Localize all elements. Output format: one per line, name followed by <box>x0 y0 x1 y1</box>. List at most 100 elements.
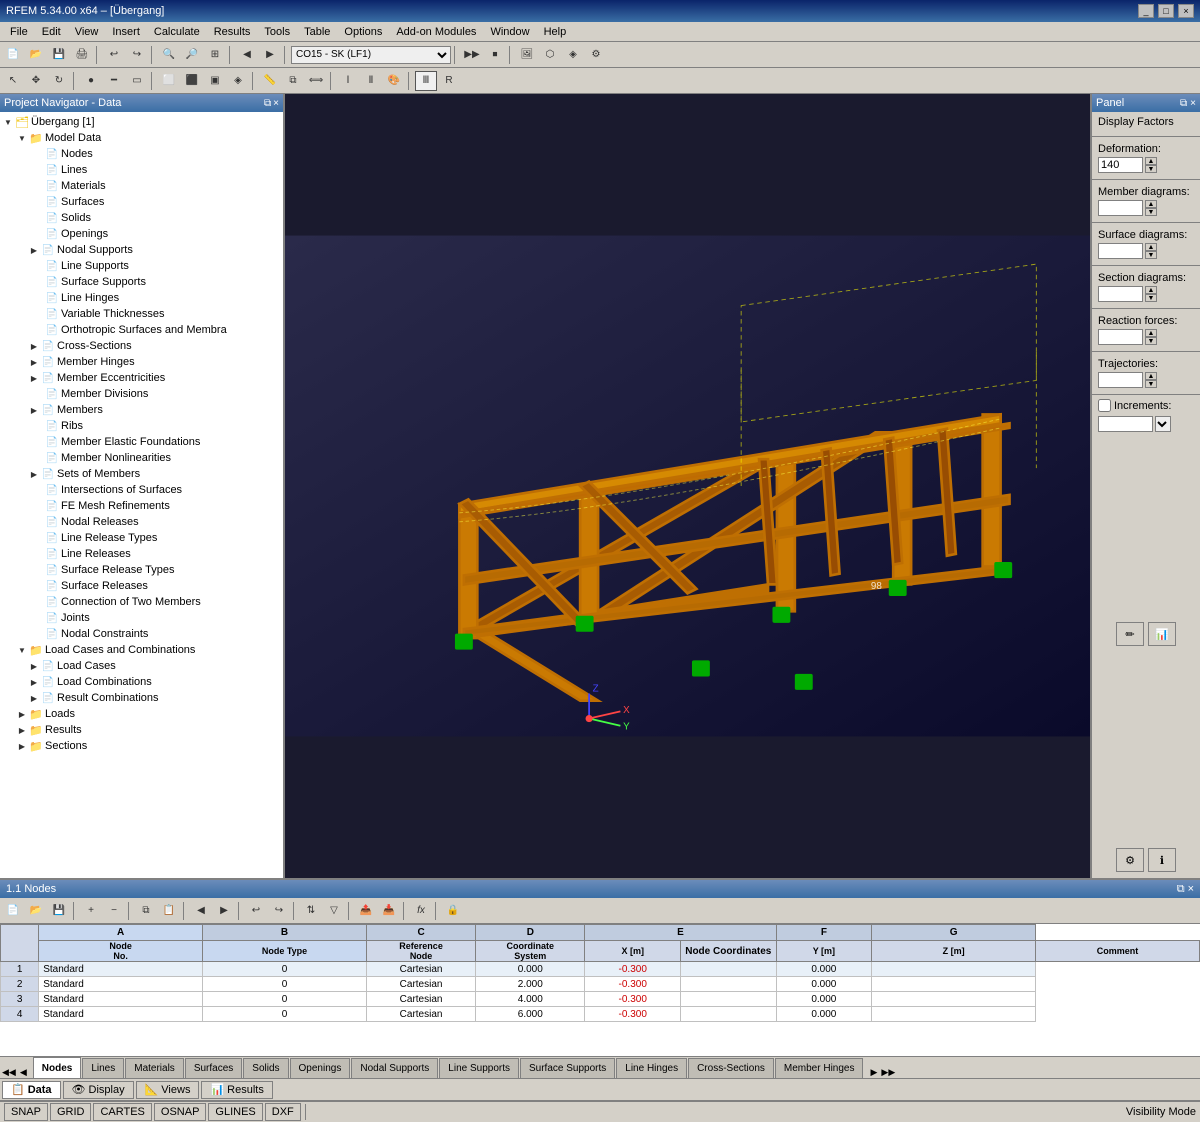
close-btn[interactable]: × <box>1178 4 1194 18</box>
sec-diag-down[interactable]: ▼ <box>1145 294 1157 302</box>
table-next-btn[interactable]: ▶ <box>213 901 235 921</box>
row-3-type[interactable]: Standard <box>39 992 203 1007</box>
menu-help[interactable]: Help <box>538 23 573 41</box>
titlebar-controls[interactable]: _ □ × <box>1138 4 1194 18</box>
tree-nodal-releases[interactable]: 📄 Nodal Releases <box>0 514 283 530</box>
res-comb-expander[interactable]: ▶ <box>28 692 40 704</box>
menu-insert[interactable]: Insert <box>106 23 146 41</box>
cross-sec-expander[interactable]: ▶ <box>28 340 40 352</box>
tree-materials[interactable]: 📄 Materials <box>0 178 283 194</box>
row-1-x[interactable]: 0.000 <box>476 962 585 977</box>
new-btn[interactable]: 📄 <box>2 45 24 65</box>
mem-diag-up[interactable]: ▲ <box>1145 200 1157 208</box>
tree-solids[interactable]: 📄 Solids <box>0 210 283 226</box>
tree-lines[interactable]: 📄 Lines <box>0 162 283 178</box>
mem-ecc-expander[interactable]: ▶ <box>28 372 40 384</box>
surf-diag-up[interactable]: ▲ <box>1145 243 1157 251</box>
tab-last-btn[interactable]: ▶▶ <box>879 1067 897 1078</box>
tree-sections[interactable]: ▶ 📁 Sections <box>0 738 283 754</box>
row-1-z[interactable]: 0.000 <box>776 962 872 977</box>
settings-btn[interactable]: ⚙ <box>585 45 607 65</box>
react-down[interactable]: ▼ <box>1145 337 1157 345</box>
print-btn[interactable]: 🖨 <box>71 45 93 65</box>
nav-float-btn[interactable]: ⧉ <box>264 98 271 109</box>
tree-member-eccentricities[interactable]: ▶ 📄 Member Eccentricities <box>0 370 283 386</box>
status-grid[interactable]: GRID <box>50 1103 92 1121</box>
row-3-comment[interactable] <box>872 992 1036 1007</box>
prev-btn[interactable]: ◀ <box>236 45 258 65</box>
tree-mem-elastic[interactable]: 📄 Member Elastic Foundations <box>0 434 283 450</box>
tab-first-btn[interactable]: ◀◀ <box>0 1067 18 1078</box>
row-2-ref[interactable]: 0 <box>203 977 367 992</box>
deformation-input[interactable] <box>1098 157 1143 173</box>
next-btn[interactable]: ▶ <box>259 45 281 65</box>
row-4-y[interactable]: -0.300 <box>585 1007 681 1022</box>
minimize-btn[interactable]: _ <box>1138 4 1154 18</box>
tree-member-hinges[interactable]: ▶ 📄 Member Hinges <box>0 354 283 370</box>
tree-results[interactable]: ▶ 📁 Results <box>0 722 283 738</box>
trajectories-spinner[interactable]: ▲ ▼ <box>1145 372 1157 388</box>
table-row[interactable]: 2 Standard 0 Cartesian 2.000 -0.300 0.00… <box>1 977 1200 992</box>
save-btn[interactable]: 💾 <box>48 45 70 65</box>
render-btn[interactable]: 🖼 <box>516 45 538 65</box>
row-4-type[interactable]: Standard <box>39 1007 203 1022</box>
lo-comb-expander[interactable]: ▶ <box>28 676 40 688</box>
row-3-coord[interactable]: Cartesian <box>366 992 475 1007</box>
table-import-btn[interactable]: 📥 <box>378 901 400 921</box>
table-header-controls[interactable]: ⧉ × <box>1177 883 1194 896</box>
table-prev-btn[interactable]: ◀ <box>190 901 212 921</box>
tab-member-hinges[interactable]: Member Hinges <box>775 1058 864 1078</box>
status-glines[interactable]: GLINES <box>208 1103 262 1121</box>
row-3-x[interactable]: 4.000 <box>476 992 585 1007</box>
tree-cross-sections[interactable]: ▶ 📄 Cross-Sections <box>0 338 283 354</box>
tab-surfaces[interactable]: Surfaces <box>185 1058 242 1078</box>
tree-nodal-constraints[interactable]: 📄 Nodal Constraints <box>0 626 283 642</box>
tab-solids[interactable]: Solids <box>243 1058 288 1078</box>
tab-cross-sections[interactable]: Cross-Sections <box>688 1058 774 1078</box>
wire-btn[interactable]: ⬡ <box>539 45 561 65</box>
tree-load-combinations[interactable]: ▶ 📄 Load Combinations <box>0 674 283 690</box>
tree-line-hinges[interactable]: 📄 Line Hinges <box>0 290 283 306</box>
traj-up[interactable]: ▲ <box>1145 372 1157 380</box>
tree-load-cases-folder[interactable]: ▼ 📁 Load Cases and Combinations <box>0 642 283 658</box>
table-filter-btn[interactable]: ▽ <box>323 901 345 921</box>
reaction-forces-input[interactable] <box>1098 329 1143 345</box>
menu-results[interactable]: Results <box>208 23 257 41</box>
tree-nodes[interactable]: 📄 Nodes <box>0 146 283 162</box>
redo-btn[interactable]: ↪ <box>126 45 148 65</box>
tree-ribs[interactable]: 📄 Ribs <box>0 418 283 434</box>
table-fx-btn[interactable]: fx <box>410 901 432 921</box>
tree-surface-supports[interactable]: 📄 Surface Supports <box>0 274 283 290</box>
move-btn[interactable]: ✥ <box>25 71 47 91</box>
tree-line-releases[interactable]: 📄 Line Releases <box>0 546 283 562</box>
trajectories-input[interactable] <box>1098 372 1143 388</box>
surf-diag-down[interactable]: ▼ <box>1145 251 1157 259</box>
nav-views-btn[interactable]: 📐 Views <box>136 1081 200 1099</box>
data-table-wrapper[interactable]: A B C D E F G NodeNo. Node Type Referenc… <box>0 924 1200 1056</box>
results-expander[interactable]: ▶ <box>16 724 28 736</box>
table-row[interactable]: 4 Standard 0 Cartesian 6.000 -0.300 0.00… <box>1 1007 1200 1022</box>
load-display-btn[interactable]: Ⅲ <box>415 71 437 91</box>
view-3d[interactable]: ◈ <box>227 71 249 91</box>
shade-btn[interactable]: ◈ <box>562 45 584 65</box>
tab-next-btn[interactable]: ▶ <box>868 1067 879 1078</box>
result-display-btn[interactable]: R <box>438 71 460 91</box>
deformation-spinner[interactable]: ▲ ▼ <box>1145 157 1157 173</box>
mirror-btn[interactable]: ⟺ <box>305 71 327 91</box>
traj-down[interactable]: ▼ <box>1145 380 1157 388</box>
nav-tree[interactable]: ▼ 🗂 Übergang [1] ▼ 📁 Model Data 📄 Nodes … <box>0 112 283 878</box>
row-3-ref[interactable]: 0 <box>203 992 367 1007</box>
increments-select[interactable]: ▼ <box>1155 416 1171 432</box>
tree-openings[interactable]: 📄 Openings <box>0 226 283 242</box>
row-3-yy[interactable] <box>681 992 777 1007</box>
row-2-y[interactable]: -0.300 <box>585 977 681 992</box>
deformation-up[interactable]: ▲ <box>1145 157 1157 165</box>
tree-members[interactable]: ▶ 📄 Members <box>0 402 283 418</box>
table-lock-btn[interactable]: 🔒 <box>442 901 464 921</box>
tab-nodal-supports[interactable]: Nodal Supports <box>351 1058 438 1078</box>
tree-variable-thickness[interactable]: 📄 Variable Thicknesses <box>0 306 283 322</box>
menu-edit[interactable]: Edit <box>36 23 67 41</box>
deformation-down[interactable]: ▼ <box>1145 165 1157 173</box>
tree-surface-releases[interactable]: 📄 Surface Releases <box>0 578 283 594</box>
menu-table[interactable]: Table <box>298 23 336 41</box>
